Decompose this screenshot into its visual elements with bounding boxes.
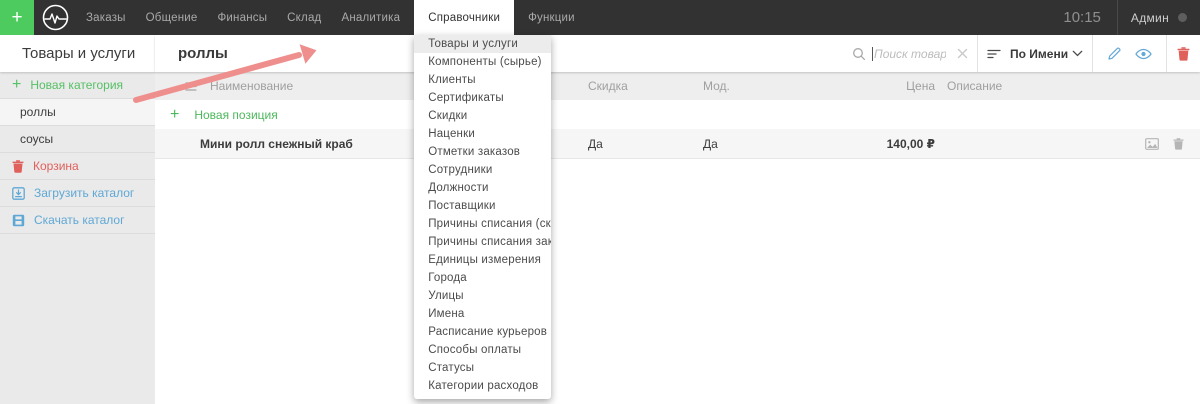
page-title: роллы xyxy=(178,45,228,62)
dropdown-item-discounts[interactable]: Скидки xyxy=(414,107,551,125)
download-catalog-icon xyxy=(12,214,25,226)
dropdown-item-markups[interactable]: Наценки xyxy=(414,125,551,143)
trash-icon xyxy=(1177,46,1190,61)
topbar: + Заказы Общение Финансы Склад Аналитика… xyxy=(0,0,1200,399)
sidebar-item-trash[interactable]: Корзина xyxy=(0,153,155,180)
eye-icon xyxy=(1135,48,1153,59)
col-header-mod: Мод. xyxy=(703,79,730,93)
user-name: Админ xyxy=(1130,10,1169,25)
dropdown-item-courier-schedule[interactable]: Расписание курьеров xyxy=(414,323,551,341)
sidebar-item-upload-catalog[interactable]: Загрузить каталог xyxy=(0,180,155,207)
image-icon xyxy=(1145,137,1159,150)
edit-view-group xyxy=(1092,35,1166,72)
sidebar-item-rolls[interactable]: роллы xyxy=(0,99,155,126)
row-actions xyxy=(1035,137,1200,150)
product-image-button[interactable] xyxy=(1145,137,1159,150)
content-header: роллы Поиск товара По Имени xyxy=(155,35,1200,72)
col-header-discount: Скидка xyxy=(588,79,628,93)
visibility-button[interactable] xyxy=(1135,48,1153,60)
directories-dropdown: Товары и услуги Компоненты (сырье) Клиен… xyxy=(414,35,552,399)
nav-item-communication[interactable]: Общение xyxy=(140,0,204,35)
dropdown-item-cities[interactable]: Города xyxy=(414,269,551,287)
dropdown-item-payment-methods[interactable]: Способы оплаты xyxy=(414,341,551,359)
dropdown-item-employees[interactable]: Сотрудники xyxy=(414,161,551,179)
dropdown-item-clients[interactable]: Клиенты xyxy=(414,71,551,89)
sort-icon xyxy=(987,49,1001,58)
clock: 10:15 xyxy=(1063,9,1101,26)
topbar-right: 10:15 Админ xyxy=(1063,0,1200,35)
search-icon xyxy=(853,47,866,60)
nav-item-directories[interactable]: Справочники Товары и услуги Компоненты (… xyxy=(414,0,552,399)
dropdown-item-order-marks[interactable]: Отметки заказов xyxy=(414,143,551,161)
sidebar-filler xyxy=(0,234,155,404)
plus-icon: + xyxy=(170,105,180,123)
table-header: Наименование Ед. Скидка Мод. Цена Описан… xyxy=(155,72,1200,100)
table-row[interactable]: Мини ролл снежный краб шт. Да Да 140,00 … xyxy=(155,129,1200,159)
dropdown-item-writeoff-warehouse[interactable]: Причины списания (склад) xyxy=(414,215,551,233)
nav-item-orders[interactable]: Заказы xyxy=(80,0,132,35)
pulse-logo-icon xyxy=(42,4,68,31)
search-input[interactable] xyxy=(874,46,946,61)
nav-item-warehouse[interactable]: Склад xyxy=(281,0,327,35)
dropdown-item-suppliers[interactable]: Поставщики xyxy=(414,197,551,215)
user-status-icon xyxy=(1178,13,1187,22)
dropdown-item-components[interactable]: Компоненты (сырье) xyxy=(414,53,551,71)
col-header-description: Описание xyxy=(947,79,1003,93)
toolbar: По Имени xyxy=(842,35,1200,72)
new-position-button[interactable]: + Новая позиция xyxy=(155,100,1200,129)
dropdown-item-names[interactable]: Имена xyxy=(414,305,551,323)
dropdown-item-goods-services[interactable]: Товары и услуги xyxy=(414,35,552,53)
cell-mod: Да xyxy=(703,136,718,151)
dropdown-item-streets[interactable]: Улицы xyxy=(414,287,551,305)
dropdown-item-certificates[interactable]: Сертификаты xyxy=(414,89,551,107)
clear-search-icon[interactable] xyxy=(957,48,968,59)
sidebar-item-download-catalog[interactable]: Скачать каталог xyxy=(0,207,155,234)
search-box xyxy=(842,35,977,72)
dropdown-item-writeoff-order[interactable]: Причины списания заказа xyxy=(414,233,551,251)
pencil-icon xyxy=(1108,47,1121,60)
cell-discount: Да xyxy=(588,136,603,151)
user-menu[interactable]: Админ xyxy=(1118,11,1200,25)
sort-handle-icon[interactable] xyxy=(185,81,197,91)
delete-category-button[interactable] xyxy=(1166,35,1200,72)
text-cursor xyxy=(872,46,873,61)
col-header-price: Цена xyxy=(906,79,935,93)
nav-item-label: Справочники xyxy=(428,11,501,24)
sort-label: По Имени xyxy=(1010,46,1069,61)
delete-row-button[interactable] xyxy=(1173,137,1184,150)
categories-sidebar: Товары и услуги + Новая категория роллы … xyxy=(0,35,155,404)
main-nav: Заказы Общение Финансы Склад Аналитика С… xyxy=(76,0,585,399)
nav-item-finances[interactable]: Финансы xyxy=(211,0,273,35)
dropdown-item-expense-categories[interactable]: Категории расходов xyxy=(414,377,551,395)
upload-catalog-icon xyxy=(12,186,25,200)
nav-item-functions[interactable]: Функции xyxy=(522,0,581,35)
trash-icon xyxy=(12,159,24,173)
dropdown-item-statuses[interactable]: Статусы xyxy=(414,359,551,377)
add-button[interactable]: + xyxy=(0,0,34,35)
dropdown-item-units[interactable]: Единицы измерения xyxy=(414,251,551,269)
col-header-name: Наименование xyxy=(210,79,294,93)
sort-select[interactable]: По Имени xyxy=(977,35,1092,72)
plus-icon: + xyxy=(12,76,22,93)
nav-item-analytics[interactable]: Аналитика xyxy=(335,0,406,35)
edit-button[interactable] xyxy=(1107,46,1122,61)
app-logo[interactable] xyxy=(34,0,76,35)
sidebar-item-sauces[interactable]: соусы xyxy=(0,126,155,153)
sidebar-title: Товары и услуги xyxy=(0,35,155,72)
chevron-down-icon xyxy=(1072,50,1083,57)
cell-price: 140,00 ₽ xyxy=(886,136,935,151)
dropdown-item-positions[interactable]: Должности xyxy=(414,179,551,197)
trash-icon xyxy=(1173,137,1184,150)
products-panel: роллы Поиск товара По Имени Наименование… xyxy=(155,35,1200,404)
new-category-button[interactable]: + Новая категория xyxy=(0,72,155,99)
